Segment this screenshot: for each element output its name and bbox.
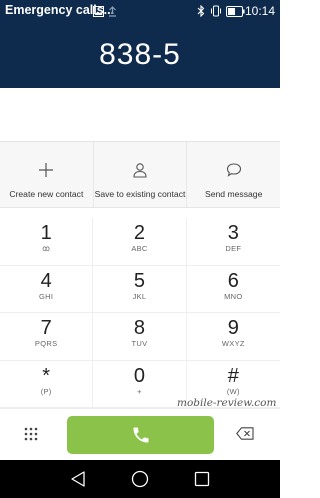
- key-digit: 7: [40, 317, 52, 339]
- send-message-label: Send message: [205, 189, 263, 199]
- send-message-button[interactable]: Send message: [187, 142, 280, 207]
- key-letters: TUV: [131, 339, 148, 348]
- dialpad: 1ꝏ 2 ABC 3 DEF 4 GHI 5 JKL 6 MNO 7 PQRS 8 TUV 9…: [0, 218, 280, 408]
- key-letters: PQRS: [34, 339, 58, 348]
- key-3[interactable]: 3 DEF: [186, 218, 280, 266]
- key-digit: *: [42, 364, 51, 387]
- battery-icon: [226, 4, 245, 22]
- key-letters: +: [137, 386, 142, 396]
- key-digit: 4: [40, 269, 52, 292]
- key-letters: GHI: [39, 291, 54, 301]
- key-letters: JKL: [132, 291, 147, 301]
- key-digit: 6: [227, 269, 239, 292]
- image-icon: [93, 4, 104, 22]
- key-letters: ABC: [131, 244, 148, 253]
- dialpad-grid-icon[interactable]: [24, 427, 38, 446]
- key-digit: 3: [227, 222, 239, 244]
- create-new-contact-button[interactable]: Create new contact: [0, 142, 94, 207]
- create-new-contact-label: Create new contact: [9, 189, 84, 199]
- key-4[interactable]: 4 GHI: [0, 265, 94, 313]
- voicemail-icon: ꝏ: [42, 244, 51, 253]
- status-bar: Emergency calls... 10:14: [0, 0, 280, 22]
- key-digit: 8: [133, 317, 146, 339]
- key-digit: 1: [40, 222, 52, 244]
- navigation-bar: [0, 460, 280, 498]
- key-5[interactable]: 5 JKL: [93, 265, 187, 313]
- recents-icon[interactable]: [194, 470, 210, 493]
- home-icon[interactable]: [131, 470, 149, 493]
- key-letters: WXYZ: [221, 339, 245, 348]
- dialer-bottom-bar: [0, 408, 280, 460]
- back-icon[interactable]: [70, 470, 86, 493]
- key-digit: 2: [133, 222, 146, 244]
- key-star[interactable]: * (P): [0, 360, 94, 408]
- key-0[interactable]: 0 +: [93, 360, 187, 408]
- suggestion-area: [0, 88, 280, 142]
- key-letters: MNO: [224, 291, 243, 301]
- key-7[interactable]: 7 PQRS: [0, 313, 94, 361]
- vibrate-icon: [210, 4, 222, 22]
- upload-icon: [108, 4, 117, 22]
- key-6[interactable]: 6 MNO: [186, 266, 280, 313]
- key-9[interactable]: 9 WXYZ: [186, 313, 280, 361]
- key-letters: (W): [226, 386, 240, 396]
- save-to-existing-contact-button[interactable]: Save to existing contact: [94, 142, 188, 207]
- status-time: 10:14: [244, 4, 275, 18]
- key-letters: DEF: [225, 244, 242, 253]
- phone-icon: [133, 427, 148, 443]
- key-digit: 9: [227, 317, 239, 339]
- contact-actions: Create new contact Save to existing cont…: [0, 142, 280, 208]
- dialed-number[interactable]: 838-5: [0, 38, 280, 72]
- save-to-existing-contact-label: Save to existing contact: [94, 189, 186, 199]
- person-icon: [133, 163, 147, 178]
- call-button[interactable]: [67, 416, 214, 454]
- bluetooth-icon: [197, 4, 205, 22]
- key-2[interactable]: 2 ABC: [93, 218, 187, 266]
- key-letters: (P): [40, 386, 52, 396]
- number-display: 838-5: [0, 22, 280, 88]
- key-digit: #: [227, 364, 239, 387]
- key-1[interactable]: 1ꝏ: [0, 218, 94, 266]
- chat-bubble-icon: [226, 163, 241, 177]
- plus-icon: [39, 163, 54, 177]
- key-digit: 5: [133, 269, 146, 292]
- backspace-icon[interactable]: [236, 427, 254, 445]
- key-digit: 0: [133, 364, 146, 387]
- key-8[interactable]: 8 TUV: [93, 313, 187, 361]
